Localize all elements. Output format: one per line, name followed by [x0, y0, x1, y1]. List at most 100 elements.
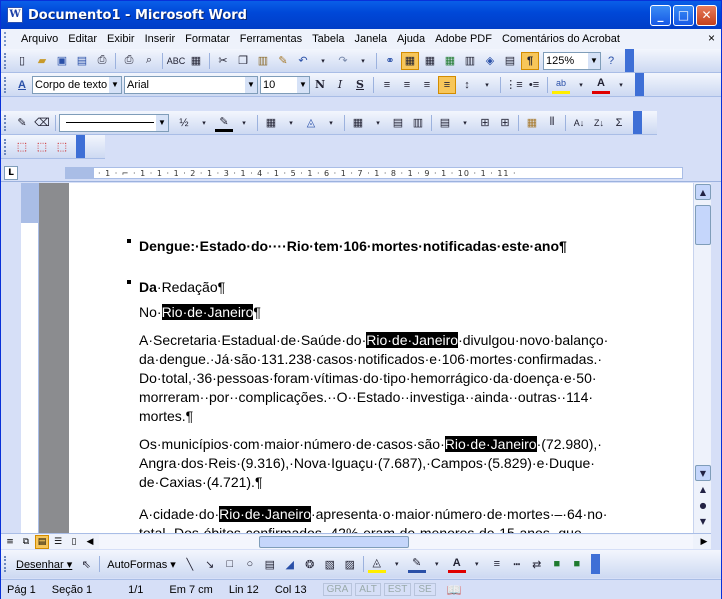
- highlight-dropdown-icon[interactable]: ▾: [572, 76, 590, 94]
- close-button[interactable]: ✕: [696, 4, 717, 26]
- chevron-down-icon[interactable]: ▾: [468, 555, 486, 573]
- clip-art-icon[interactable]: ▧: [321, 555, 339, 573]
- horizontal-scroll-thumb[interactable]: [259, 535, 409, 548]
- status-ovr[interactable]: SE: [414, 583, 436, 596]
- status-rec[interactable]: GRA: [322, 583, 353, 596]
- toolbar-grip[interactable]: [4, 76, 8, 93]
- chevron-down-icon[interactable]: ▾: [456, 114, 474, 132]
- 3d-style-icon[interactable]: ■: [568, 555, 586, 573]
- byline[interactable]: Da·Redação¶: [139, 278, 225, 297]
- print-layout-view-icon[interactable]: ▤: [35, 534, 49, 549]
- font-dropdown[interactable]: Arial ▼: [124, 75, 258, 94]
- tables-borders-icon[interactable]: ▦: [401, 51, 419, 70]
- justify-icon[interactable]: ≡: [438, 75, 456, 94]
- insert-excel-icon[interactable]: ▦: [441, 52, 459, 70]
- autoshapes-menu-button[interactable]: AutoFormas ▾: [103, 558, 180, 571]
- toolbar-grip[interactable]: [4, 52, 8, 69]
- split-cells-icon[interactable]: ▥: [409, 114, 427, 132]
- align-left-icon[interactable]: ≡: [378, 76, 396, 94]
- line-spacing-dropdown-icon[interactable]: ▾: [478, 76, 496, 94]
- bold-button[interactable]: N: [311, 76, 329, 94]
- menu-comentarios-acrobat[interactable]: Comentários do Acrobat: [497, 33, 625, 45]
- insert-picture-icon[interactable]: ▨: [341, 555, 359, 573]
- menu-tabela[interactable]: Tabela: [307, 33, 349, 45]
- print-icon[interactable]: ⎙: [120, 52, 138, 70]
- select-browse-object-icon[interactable]: ●: [695, 497, 711, 513]
- line-style-icon[interactable]: ≡: [488, 555, 506, 573]
- chevron-down-icon[interactable]: ▾: [282, 114, 300, 132]
- bullets-icon[interactable]: •≡: [525, 76, 543, 94]
- line-color-icon[interactable]: ✎: [407, 555, 426, 573]
- paragraph-2[interactable]: Os·municípios·com·maior·número·de·casos·…: [139, 435, 602, 492]
- menu-arquivo[interactable]: Arquivo: [16, 33, 63, 45]
- line-weight-dropdown[interactable]: ½: [175, 114, 193, 132]
- paragraph-3[interactable]: A·cidade·do·Rio·de·Janeiro·apresenta·o·m…: [139, 505, 607, 533]
- next-page-icon[interactable]: ▼: [695, 513, 711, 529]
- rectangle-icon[interactable]: □: [221, 555, 239, 573]
- redo-icon[interactable]: ↷: [334, 52, 352, 70]
- reading-layout-view-icon[interactable]: ▯: [67, 535, 81, 549]
- toolbar-options-icon[interactable]: [633, 111, 642, 134]
- sort-descending-icon[interactable]: Z↓: [590, 114, 608, 132]
- print-preview-alt-icon[interactable]: ⎙: [93, 52, 111, 70]
- toolbar-options-icon[interactable]: [625, 49, 634, 72]
- highlight-icon[interactable]: ab: [552, 76, 570, 94]
- toolbar-options-icon[interactable]: [590, 554, 600, 574]
- hyperlink-icon[interactable]: ⚭: [381, 52, 399, 70]
- menu-exibir[interactable]: Exibir: [102, 33, 140, 45]
- spelling-status-icon[interactable]: 📖: [447, 583, 462, 597]
- border-color-icon[interactable]: ✎: [215, 114, 233, 132]
- save-icon[interactable]: ▣: [53, 52, 71, 70]
- columns-icon[interactable]: ▥: [461, 52, 479, 70]
- underline-button[interactable]: S: [351, 76, 369, 94]
- fill-color-icon[interactable]: ◬: [367, 555, 386, 573]
- font-color-dropdown-icon[interactable]: ▾: [612, 76, 630, 94]
- copy-icon[interactable]: ❐: [234, 52, 252, 70]
- menu-ferramentas[interactable]: Ferramentas: [235, 33, 307, 45]
- scroll-up-icon[interactable]: ▲: [695, 184, 711, 200]
- align-right-icon[interactable]: ≡: [418, 76, 436, 94]
- text-direction-icon[interactable]: ⫴: [543, 114, 561, 132]
- chevron-down-icon[interactable]: ▾: [235, 114, 253, 132]
- horizontal-ruler[interactable]: L · 1 · ⌐ · 1 · 1 · 1 · 2 · 1 · 3 · 1 · …: [1, 164, 721, 182]
- document-page[interactable]: Dengue:·Estado·do····Rio·tem·106·mortes·…: [69, 183, 693, 533]
- status-ext[interactable]: EST: [383, 583, 412, 596]
- headline[interactable]: Dengue:·Estado·do····Rio·tem·106·mortes·…: [139, 237, 567, 256]
- show-hide-icon[interactable]: ¶: [521, 51, 539, 70]
- scroll-thumb[interactable]: [695, 205, 711, 245]
- line-icon[interactable]: ╲: [181, 555, 199, 573]
- word-app-icon[interactable]: W: [7, 7, 23, 23]
- chevron-down-icon[interactable]: ▾: [369, 114, 387, 132]
- borders-icon[interactable]: ▦: [262, 114, 280, 132]
- distribute-columns-icon[interactable]: ⊞: [496, 114, 514, 132]
- undo-icon[interactable]: ↶: [294, 52, 312, 70]
- web-layout-view-icon[interactable]: ⧉: [19, 535, 33, 549]
- italic-button[interactable]: I: [331, 76, 349, 94]
- toolbar-grip[interactable]: [4, 114, 8, 131]
- scroll-down-icon[interactable]: ▼: [695, 465, 711, 481]
- menu-grip[interactable]: [4, 32, 10, 46]
- insert-table-icon[interactable]: ▦: [349, 114, 367, 132]
- chevron-down-icon[interactable]: ▾: [322, 114, 340, 132]
- convert-and-review-icon[interactable]: ⬚: [53, 138, 71, 156]
- vertical-scrollbar[interactable]: ▲ ▼ ▲ ● ▼: [693, 183, 711, 533]
- convert-to-pdf-icon[interactable]: ⬚: [13, 138, 31, 156]
- table-autoformat-icon[interactable]: ▦: [523, 114, 541, 132]
- numbering-icon[interactable]: ⋮≡: [505, 76, 523, 94]
- sort-ascending-icon[interactable]: A↓: [570, 114, 588, 132]
- cut-icon[interactable]: ✂: [214, 52, 232, 70]
- status-trk[interactable]: ALT: [355, 583, 381, 596]
- maximize-button[interactable]: □: [673, 4, 694, 26]
- chevron-down-icon[interactable]: ▾: [195, 114, 213, 132]
- oval-icon[interactable]: ○: [241, 555, 259, 573]
- arrow-style-icon[interactable]: ⇄: [528, 555, 546, 573]
- vertical-ruler[interactable]: [21, 183, 39, 533]
- dash-style-icon[interactable]: ┅: [508, 555, 526, 573]
- font-color-icon[interactable]: A: [447, 555, 466, 573]
- document-map-icon[interactable]: ▤: [501, 52, 519, 70]
- draw-table-icon[interactable]: ✎: [13, 114, 31, 132]
- horizontal-scrollbar[interactable]: ≡ ⧉ ▤ ☰ ▯ ◀ ▶: [1, 533, 711, 549]
- research-icon[interactable]: ▦: [187, 52, 205, 70]
- scroll-left-icon[interactable]: ◀: [83, 535, 97, 549]
- insert-table-icon[interactable]: ▦: [421, 52, 439, 70]
